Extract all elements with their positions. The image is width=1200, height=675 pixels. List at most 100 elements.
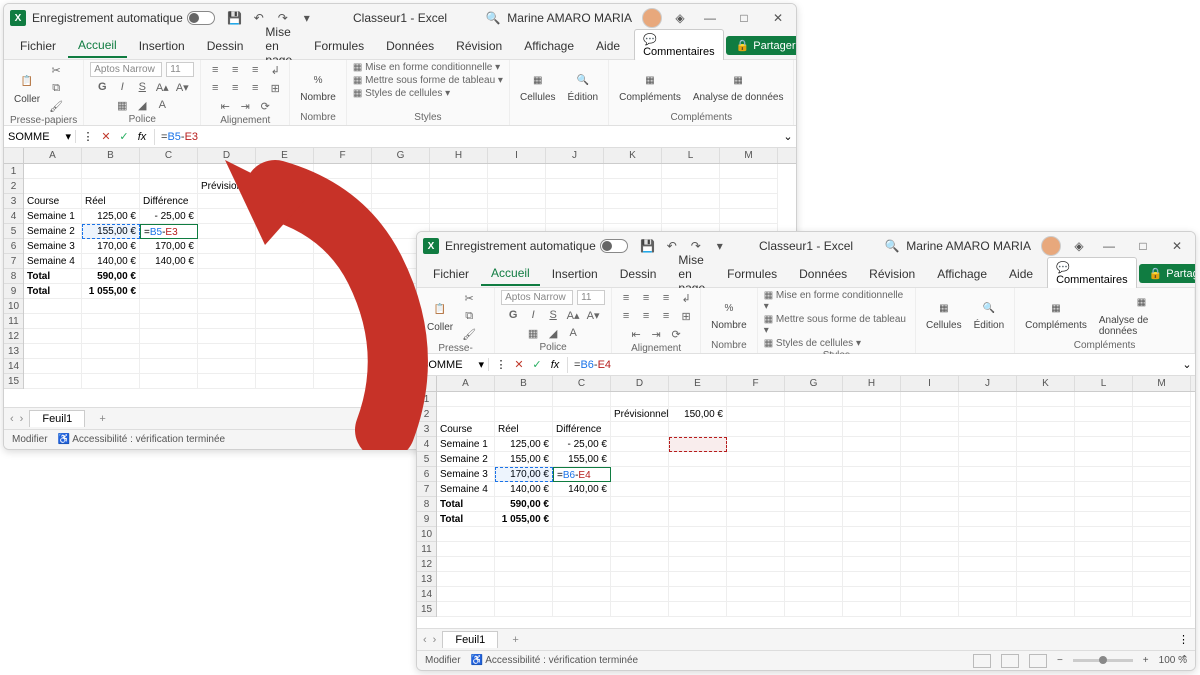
cell[interactable] <box>727 467 785 482</box>
border-icon[interactable]: ▦ <box>114 97 130 113</box>
cell[interactable]: Total <box>437 512 495 527</box>
row-header[interactable]: 3 <box>417 422 436 437</box>
align-left-icon[interactable]: ≡ <box>618 308 634 324</box>
save-icon[interactable]: 💾 <box>227 10 243 26</box>
cell[interactable] <box>1075 467 1133 482</box>
cell[interactable] <box>843 542 901 557</box>
fx-icon[interactable]: fx <box>547 357 563 373</box>
cell[interactable] <box>604 164 662 179</box>
col-header[interactable]: K <box>1017 376 1075 391</box>
cell[interactable] <box>785 527 843 542</box>
cell[interactable] <box>727 497 785 512</box>
menu-accueil[interactable]: Accueil <box>68 34 127 58</box>
cell[interactable]: 590,00 € <box>495 497 553 512</box>
cell[interactable] <box>611 527 669 542</box>
cell[interactable] <box>140 374 198 389</box>
sheet-tab[interactable]: Feuil1 <box>29 410 85 427</box>
cell[interactable] <box>437 587 495 602</box>
font-grow-icon[interactable]: A▴ <box>565 307 581 323</box>
cell[interactable] <box>430 194 488 209</box>
cell[interactable]: 140,00 € <box>82 254 140 269</box>
cell[interactable] <box>785 467 843 482</box>
page-break-button[interactable] <box>1029 654 1047 668</box>
format-table-button[interactable]: ▦ Mettre sous forme de tableau ▾ <box>764 314 909 336</box>
cell[interactable]: Total <box>24 269 82 284</box>
cell[interactable]: Différence <box>553 422 611 437</box>
cell[interactable] <box>82 314 140 329</box>
format-painter-icon[interactable]: 🖌 <box>461 326 477 342</box>
orientation-icon[interactable]: ⟳ <box>257 98 273 114</box>
toggle-track[interactable] <box>600 239 628 253</box>
font-color-icon[interactable]: A <box>154 97 170 113</box>
col-header[interactable]: G <box>372 148 430 163</box>
cell[interactable] <box>1075 392 1133 407</box>
cell[interactable] <box>959 572 1017 587</box>
cell[interactable] <box>727 572 785 587</box>
cell[interactable]: Prévisionnel <box>198 179 256 194</box>
accept-icon[interactable]: ✓ <box>116 129 132 145</box>
diamond-icon[interactable]: ◈ <box>672 10 688 26</box>
cell[interactable] <box>82 359 140 374</box>
cell-styles-button[interactable]: ▦ Styles de cellules ▾ <box>353 88 450 99</box>
editing-button[interactable]: 🔍Édition <box>564 68 603 105</box>
cell[interactable] <box>198 239 256 254</box>
menu-aide[interactable]: Aide <box>999 263 1043 285</box>
cell[interactable] <box>1133 422 1191 437</box>
cell[interactable]: 155,00 € <box>82 224 140 239</box>
bold-button[interactable]: G <box>94 79 110 95</box>
cell[interactable]: Semaine 3 <box>24 239 82 254</box>
cell[interactable] <box>1075 512 1133 527</box>
cell[interactable] <box>720 209 778 224</box>
cell[interactable] <box>662 209 720 224</box>
cell[interactable] <box>198 209 256 224</box>
cell[interactable]: 150,00 € <box>669 407 727 422</box>
cell[interactable] <box>727 512 785 527</box>
menu-formules[interactable]: Formules <box>304 35 374 57</box>
row-header[interactable]: 11 <box>417 542 436 557</box>
name-box[interactable]: SOMME▾ <box>4 130 76 143</box>
cell[interactable] <box>785 557 843 572</box>
zoom-in-button[interactable]: + <box>1143 655 1149 666</box>
cell[interactable] <box>430 179 488 194</box>
ribbon-collapse-icon[interactable]: ⌃ <box>1180 653 1189 666</box>
align-right-icon[interactable]: ≡ <box>247 80 263 96</box>
cell[interactable] <box>198 329 256 344</box>
cell[interactable] <box>24 299 82 314</box>
row-header[interactable]: 12 <box>4 329 23 344</box>
row-header[interactable]: 1 <box>4 164 23 179</box>
analysis-button[interactable]: ▦Analyse de données <box>1095 291 1188 339</box>
cell[interactable] <box>843 407 901 422</box>
cell[interactable] <box>959 497 1017 512</box>
row-header[interactable]: 2 <box>417 407 436 422</box>
cell[interactable] <box>959 437 1017 452</box>
cell[interactable] <box>372 164 430 179</box>
cell[interactable] <box>727 452 785 467</box>
col-header[interactable]: M <box>720 148 778 163</box>
cell[interactable] <box>1017 437 1075 452</box>
row-header[interactable]: 7 <box>417 482 436 497</box>
font-size-select[interactable]: 11 <box>166 62 194 77</box>
cell[interactable] <box>24 164 82 179</box>
col-header[interactable]: L <box>662 148 720 163</box>
cell[interactable]: Prévisionnel <box>611 407 669 422</box>
cell[interactable] <box>785 437 843 452</box>
cell[interactable] <box>669 602 727 617</box>
menu-donnees[interactable]: Données <box>376 35 444 57</box>
more-icon[interactable]: ⋮ <box>493 357 509 373</box>
cell[interactable] <box>727 482 785 497</box>
row-header[interactable]: 8 <box>417 497 436 512</box>
cell[interactable] <box>314 374 372 389</box>
cell[interactable] <box>198 164 256 179</box>
row-header[interactable]: 7 <box>4 254 23 269</box>
col-header[interactable]: B <box>82 148 140 163</box>
row-header[interactable]: 6 <box>4 239 23 254</box>
cell[interactable] <box>727 392 785 407</box>
cell[interactable] <box>488 164 546 179</box>
addins-button[interactable]: ▦Compléments <box>1021 296 1091 333</box>
cell[interactable] <box>1075 602 1133 617</box>
cell[interactable] <box>959 407 1017 422</box>
cell[interactable] <box>24 314 82 329</box>
cell[interactable] <box>495 587 553 602</box>
cell[interactable] <box>1133 467 1191 482</box>
cell[interactable]: Total <box>437 497 495 512</box>
